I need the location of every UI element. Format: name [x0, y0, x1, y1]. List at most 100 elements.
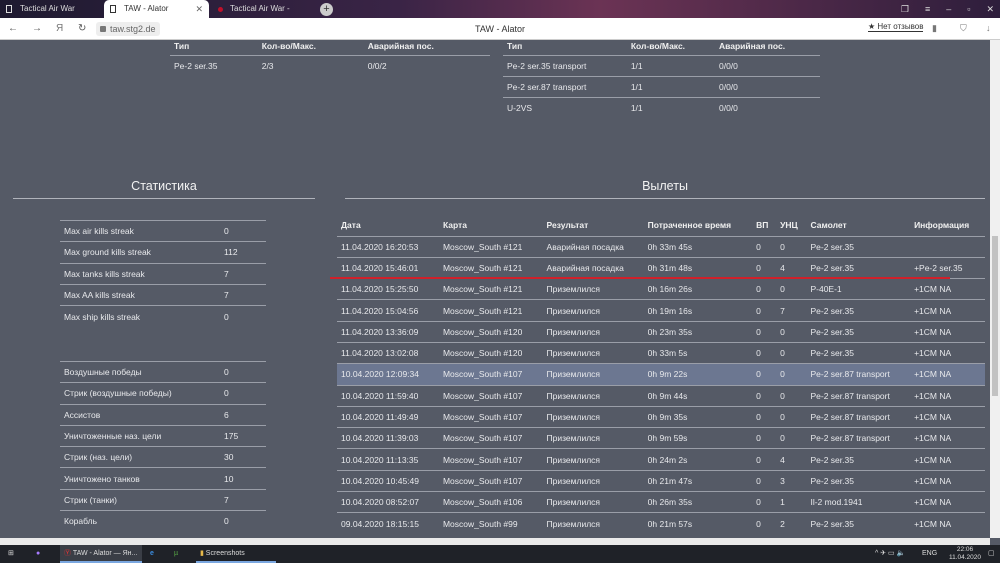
cell: 4 [776, 256, 807, 279]
scrollbar-thumb[interactable] [992, 236, 998, 396]
cell: Pe-2 ser.35 [806, 256, 911, 279]
vertical-scrollbar[interactable] [990, 40, 1000, 538]
cell: 0 [752, 448, 777, 471]
cell: Moscow_South #107 [438, 363, 543, 386]
new-tab-button[interactable]: + [320, 3, 333, 16]
tab-taw-alator[interactable]: TAW - Alator ✕ [104, 0, 209, 18]
cell: Moscow_South #107 [438, 427, 543, 449]
cell: 0 [752, 512, 777, 535]
clock[interactable]: 22:06 11.04.2020 [946, 546, 984, 562]
cell: 0 [776, 427, 807, 449]
cell: 0 [752, 363, 777, 386]
restore-icon[interactable]: ▫ [967, 0, 970, 18]
windows-start-icon[interactable]: ⊞ [8, 545, 14, 563]
cell: 4 [776, 448, 807, 471]
cell: +1CM NA [910, 320, 985, 343]
menu-icon[interactable]: ≡ [925, 0, 930, 18]
cell: 2 [776, 512, 807, 535]
cell: Pe-2 ser.35 [806, 341, 911, 364]
extensions-icon[interactable]: ⛉ [960, 23, 967, 34]
cell: Pe-2 ser.87 transport [503, 75, 627, 98]
cell: Корабль [60, 510, 220, 532]
cell: 10.04.2020 12:09:34 [337, 363, 439, 386]
minimize-icon[interactable]: – [946, 0, 951, 18]
cell: Приземлился [542, 405, 644, 428]
cell: +1CM NA [910, 384, 985, 407]
alice-icon[interactable]: ● [36, 545, 40, 563]
tab-tactical-air-war[interactable]: Tactical Air War [0, 0, 100, 18]
cell: 11.04.2020 16:20:53 [337, 235, 439, 258]
table-row: 11.04.2020 13:02:08 Moscow_South #120 Приз… [337, 341, 985, 364]
horizontal-scrollbar[interactable] [0, 538, 990, 545]
close-tab-icon[interactable]: ✕ [195, 0, 203, 18]
col-header[interactable]: Карта [439, 214, 543, 236]
cell: 0/0/0 [714, 75, 820, 98]
cell: Moscow_South #121 [438, 256, 543, 279]
cell: Moscow_South #106 [438, 491, 543, 513]
table-row: Уничтоженные наз. цели 175 [60, 424, 266, 447]
tray-icons[interactable]: ^ ✈ ▭ 🔈 [875, 545, 905, 563]
cell: 0/0/2 [363, 54, 490, 77]
cell: 0 [776, 278, 807, 300]
table-row: Max air kills streak 0 [60, 219, 266, 242]
col-header[interactable]: Дата [337, 214, 439, 236]
notifications-icon[interactable]: ▢ [988, 545, 995, 563]
cell: Pe-2 ser.35 [806, 235, 911, 258]
yandex-browser-icon: Ⓨ [64, 550, 73, 557]
col-header: Кол-во/Макс. [261, 41, 316, 52]
cell: +1CM NA [910, 363, 985, 386]
col-header[interactable]: Результат [543, 214, 644, 236]
cell: 1/1 [626, 97, 715, 119]
cell: Max AA kills streak [60, 283, 220, 306]
tab-tactical-air-war-page[interactable]: Tactical Air War - Страниц [210, 0, 314, 18]
cell: Аварийная посадка [542, 235, 644, 258]
cell: 7 [220, 283, 266, 306]
cell: 0 [220, 219, 266, 242]
tabs-icon[interactable]: ❐ [901, 0, 909, 18]
cell: 0 [752, 278, 777, 300]
col-header[interactable]: Потраченное время [644, 214, 752, 236]
taskbar-screenshots[interactable]: ▮ Screenshots [196, 545, 276, 563]
col-header[interactable]: ВП [752, 214, 776, 236]
cell: Pe-2 ser.35 [806, 448, 911, 471]
table-row: Стрик (наз. цели) 30 [60, 446, 266, 468]
cell: 0h 21m 47s [643, 469, 753, 492]
utorrent-icon[interactable]: µ [174, 545, 178, 563]
col-header[interactable]: Информация [910, 214, 985, 236]
cell: Pe-2 ser.35 [170, 54, 258, 77]
flights-heading: Вылеты [345, 179, 985, 199]
cell: Max ground kills streak [60, 241, 220, 264]
cell: Приземлился [542, 341, 644, 364]
cell: +1CM NA [910, 448, 985, 471]
table-row: 10.04.2020 12:09:34 Moscow_South #107 Приз… [337, 363, 985, 386]
address-bar: ← → Я ↻ taw.stg2.de TAW - Alator ★ Нет о… [0, 18, 1000, 40]
bookmark-icon[interactable]: ▮ [932, 23, 937, 34]
col-header: Аварийная пос. [718, 41, 786, 52]
cell: 112 [220, 241, 266, 264]
language-indicator[interactable]: ENG [922, 545, 937, 563]
streaks-table: Max air kills streak 0 Max ground kills st… [60, 219, 266, 327]
table-row: Стрик (воздушные победы) 0 [60, 382, 266, 405]
cell: +1CM NA [910, 491, 985, 513]
cell: Pe-2 ser.35 [806, 512, 911, 535]
cell: 11.04.2020 13:02:08 [337, 341, 439, 364]
reviews-link[interactable]: ★ Нет отзывов [868, 22, 924, 32]
cell: Moscow_South #107 [438, 448, 543, 471]
close-icon[interactable]: ✕ [986, 0, 994, 18]
cell: 1 [776, 491, 807, 513]
download-icon[interactable]: ↓ [986, 23, 991, 33]
col-header[interactable]: Самолет [806, 214, 910, 236]
taskbar-yandex-browser[interactable]: Ⓨ TAW - Alator — Ян... [60, 545, 142, 563]
col-header: Кол-во/Макс. [630, 41, 686, 52]
table-row: Pe-2 ser.35 2/3 0/0/2 [170, 54, 490, 77]
counts-table: Воздушные победы 0 Стрик (воздушные победы… [60, 360, 266, 532]
cell: +1CM NA [910, 512, 985, 535]
cell: 2/3 [257, 54, 364, 77]
col-header[interactable]: УНЦ [776, 214, 806, 236]
cell: Стрик (воздушные победы) [60, 382, 220, 405]
table-row: Ассистов 6 [60, 403, 266, 426]
table-row: Max ground kills streak 112 [60, 241, 266, 264]
cell: Moscow_South #120 [438, 341, 543, 364]
edge-icon[interactable]: e [150, 545, 154, 563]
table-row: Pe-2 ser.35 transport 1/1 0/0/0 [503, 54, 820, 77]
